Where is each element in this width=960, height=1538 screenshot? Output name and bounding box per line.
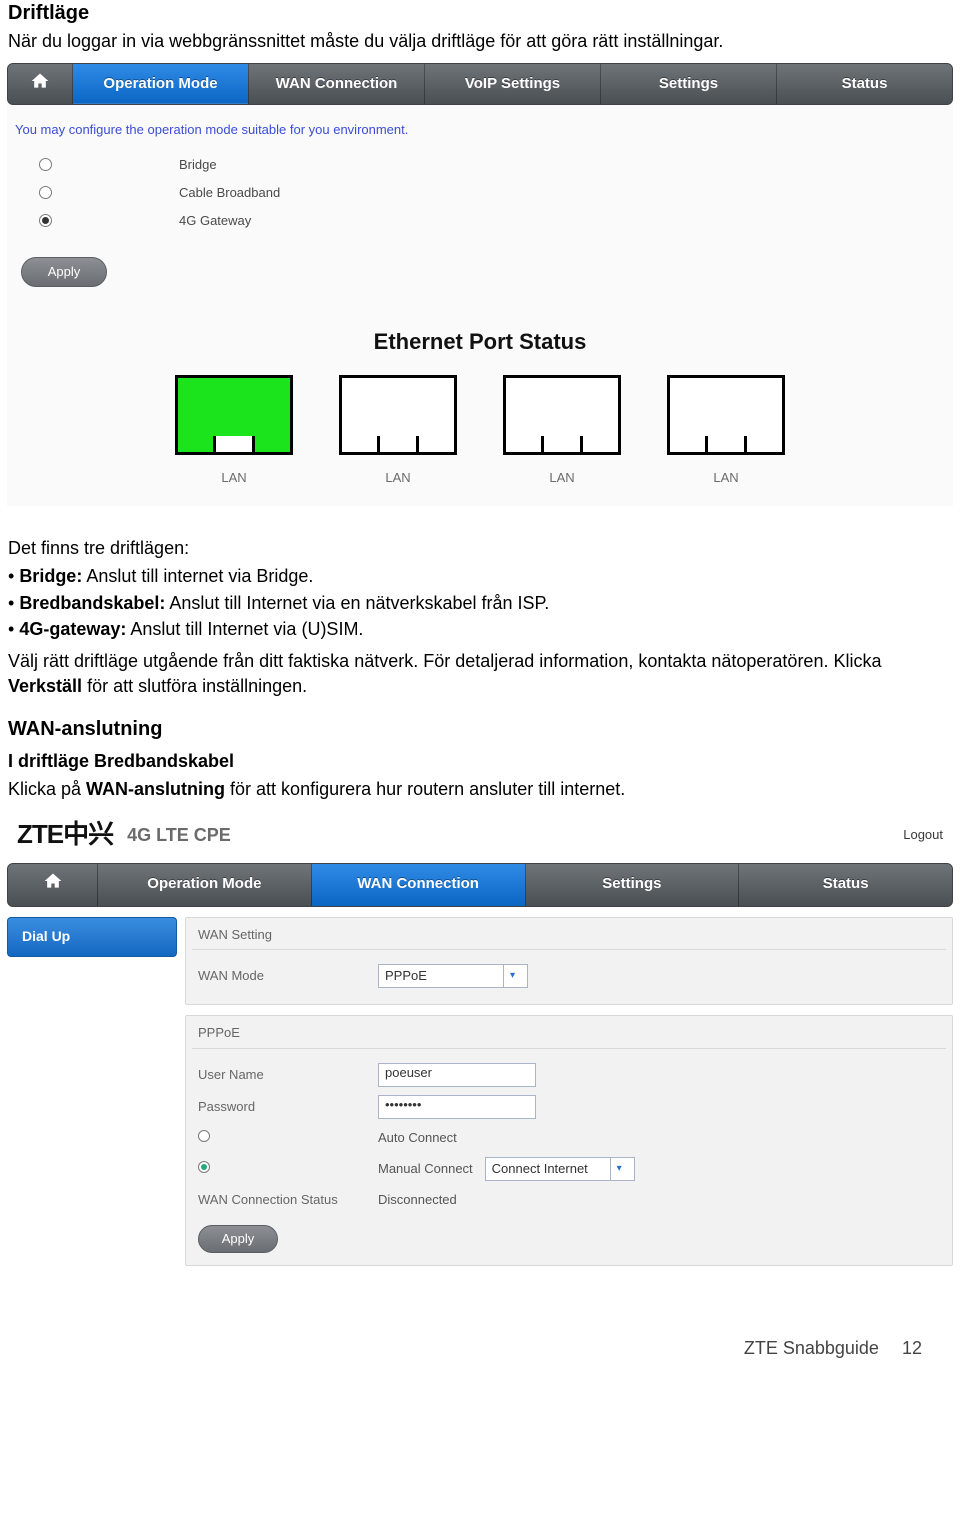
verkstall-paragraph: Välj rätt driftläge utgående från ditt f… (8, 649, 952, 698)
chevron-down-icon: ▾ (610, 1158, 628, 1180)
nav-tab-status[interactable]: Status (777, 64, 952, 104)
panel-title-wan-setting: WAN Setting (186, 924, 952, 950)
select-manual-connect[interactable]: Connect Internet ▾ (485, 1157, 635, 1181)
lan-port-4 (667, 375, 785, 455)
label-wan-connection-status: WAN Connection Status (198, 1191, 378, 1209)
nav2-tab-settings[interactable]: Settings (526, 864, 740, 906)
section-heading-wan-anslutning: WAN-anslutning (8, 716, 952, 743)
home-icon (29, 71, 51, 97)
lan-port-2 (339, 375, 457, 455)
footer-page-number: 12 (902, 1338, 922, 1358)
wan-anslutning-paragraph: Klicka på WAN-anslutning för att konfigu… (8, 777, 952, 801)
brand-logo: ZTE中兴 (17, 817, 113, 852)
lan-port-1-label: LAN (221, 469, 246, 487)
intro-paragraph: När du loggar in via webbgränssnittet må… (8, 29, 952, 53)
label-password: Password (198, 1098, 378, 1116)
nav2-tab-status[interactable]: Status (739, 864, 952, 906)
lan-port-3 (503, 375, 621, 455)
label-user-name: User Name (198, 1066, 378, 1084)
driftlagen-intro: Det finns tre driftlägen: (8, 536, 952, 560)
radio-manual-connect[interactable] (198, 1161, 210, 1173)
lan-port-1 (175, 375, 293, 455)
panel-title-pppoe: PPPoE (186, 1022, 952, 1048)
driftlagen-list: • Bridge: Anslut till internet via Bridg… (8, 564, 952, 641)
bullet-bridge: • Bridge: Anslut till internet via Bridg… (8, 564, 952, 588)
brand-subtitle: 4G LTE CPE (127, 823, 231, 847)
apply-button[interactable]: Apply (21, 257, 107, 287)
screenshot-wan-connection: ZTE中兴 4G LTE CPE Logout Operation Mode W… (7, 813, 953, 1275)
screenshot-operation-mode: Operation Mode WAN Connection VoIP Setti… (7, 63, 953, 506)
lan-port-3-label: LAN (549, 469, 574, 487)
panel-wan-setting: WAN Setting WAN Mode PPPoE ▾ (185, 917, 953, 1006)
nav2-tab-wan-connection[interactable]: WAN Connection (312, 864, 526, 906)
radio-label-4g-gateway: 4G Gateway (179, 212, 251, 230)
nav-home[interactable] (8, 64, 72, 104)
apply-button-2[interactable]: Apply (198, 1225, 278, 1253)
radio-auto-connect[interactable] (198, 1130, 210, 1142)
select-wan-mode[interactable]: PPPoE ▾ (378, 964, 528, 988)
home-icon (42, 871, 64, 897)
lan-port-4-label: LAN (713, 469, 738, 487)
panel-pppoe: PPPoE User Name poeuser Password •••••••… (185, 1015, 953, 1266)
radio-bridge[interactable] (39, 158, 52, 171)
label-auto-connect: Auto Connect (378, 1129, 940, 1147)
section-heading-driftlage: Driftläge (8, 0, 952, 27)
nav-tab-operation-mode[interactable]: Operation Mode (73, 64, 248, 104)
input-user-name[interactable]: poeuser (378, 1063, 536, 1087)
value-wan-connection-status: Disconnected (378, 1191, 940, 1209)
subheading-bredbandskabel: I driftläge Bredbandskabel (8, 749, 952, 773)
select-wan-mode-value: PPPoE (385, 967, 427, 985)
nav2-home[interactable] (8, 864, 98, 906)
select-manual-connect-value: Connect Internet (492, 1160, 588, 1178)
ethernet-ports: LAN LAN LAN LAN (13, 375, 947, 487)
ethernet-port-status-title: Ethernet Port Status (13, 327, 947, 357)
nav-tab-voip-settings[interactable]: VoIP Settings (425, 64, 600, 104)
nav-tab-settings[interactable]: Settings (601, 64, 776, 104)
operation-mode-options: Bridge Cable Broadband 4G Gateway (39, 151, 947, 235)
radio-cable-broadband[interactable] (39, 186, 52, 199)
label-wan-mode: WAN Mode (198, 967, 378, 985)
page-footer: ZTE Snabbguide 12 (0, 1336, 960, 1380)
footer-text: ZTE Snabbguide (744, 1338, 879, 1358)
side-tab-dial-up[interactable]: Dial Up (7, 917, 177, 957)
bullet-4g-gateway: • 4G-gateway: Anslut till Internet via (… (8, 617, 952, 641)
radio-4g-gateway[interactable] (39, 214, 52, 227)
nav2-tab-operation-mode[interactable]: Operation Mode (98, 864, 312, 906)
nav-tab-wan-connection[interactable]: WAN Connection (249, 64, 424, 104)
lan-port-2-label: LAN (385, 469, 410, 487)
label-manual-connect: Manual Connect (378, 1160, 473, 1178)
logout-link[interactable]: Logout (903, 826, 943, 844)
chevron-down-icon: ▾ (503, 965, 521, 987)
nav-bar-2: Operation Mode WAN Connection Settings S… (7, 863, 953, 907)
radio-label-bridge: Bridge (179, 156, 217, 174)
nav-bar: Operation Mode WAN Connection VoIP Setti… (7, 63, 953, 105)
radio-label-cable-broadband: Cable Broadband (179, 184, 280, 202)
input-password[interactable]: •••••••• (378, 1095, 536, 1119)
bullet-bredbandskabel: • Bredbandskabel: Anslut till Internet v… (8, 591, 952, 615)
help-text: You may configure the operation mode sui… (15, 121, 945, 139)
